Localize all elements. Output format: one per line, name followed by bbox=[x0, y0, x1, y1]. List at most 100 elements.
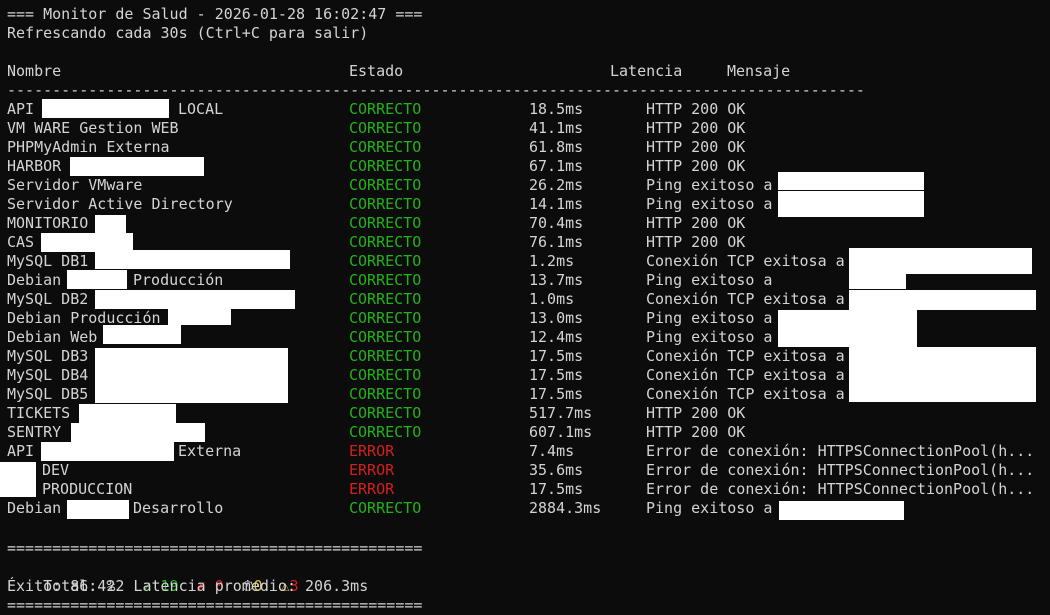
row-message: HTTP 200 OK bbox=[646, 138, 746, 156]
monitor-title: === Monitor de Salud - 2026-01-28 16:02:… bbox=[7, 5, 423, 23]
column-header-status: Estado bbox=[349, 62, 404, 80]
row-name-suffix: DEV bbox=[42, 461, 70, 479]
row-message: Conexión TCP exitosa a bbox=[646, 290, 845, 308]
row-latency: 35.6ms bbox=[529, 461, 584, 479]
row-name: HARBOR bbox=[7, 157, 62, 175]
row-status: CORRECTO bbox=[349, 423, 422, 441]
row-status: CORRECTO bbox=[349, 404, 422, 422]
row-latency: 7.4ms bbox=[529, 442, 575, 460]
row-name: MySQL DB3 bbox=[7, 347, 89, 365]
row-status: CORRECTO bbox=[349, 271, 422, 289]
row-status: CORRECTO bbox=[349, 385, 422, 403]
row-name-suffix: Producción bbox=[133, 271, 224, 289]
row-name: API bbox=[7, 100, 35, 118]
row-status: CORRECTO bbox=[349, 119, 422, 137]
row-status: CORRECTO bbox=[349, 252, 422, 270]
row-name: VM WARE Gestion WEB bbox=[7, 119, 179, 137]
row-latency: 61.8ms bbox=[529, 138, 584, 156]
row-latency: 70.4ms bbox=[529, 214, 584, 232]
row-latency: 76.1ms bbox=[529, 233, 584, 251]
row-status: CORRECTO bbox=[349, 100, 422, 118]
header-separator: ----------------------------------------… bbox=[7, 81, 863, 99]
row-message: HTTP 200 OK bbox=[646, 404, 746, 422]
row-message: Error de conexión: HTTPSConnectionPool(h… bbox=[646, 480, 1035, 498]
row-latency: 2884.3ms bbox=[529, 499, 602, 517]
row-message: Ping exitoso a bbox=[646, 328, 773, 346]
row-latency: 1.0ms bbox=[529, 290, 575, 308]
row-name: CAS bbox=[7, 233, 35, 251]
row-message: HTTP 200 OK bbox=[646, 233, 746, 251]
row-status: CORRECTO bbox=[349, 309, 422, 327]
row-name: Debian bbox=[7, 271, 62, 289]
row-message: HTTP 200 OK bbox=[646, 119, 746, 137]
row-latency: 17.5ms bbox=[529, 385, 584, 403]
row-status: CORRECTO bbox=[349, 233, 422, 251]
row-name: PHPMyAdmin Externa bbox=[7, 138, 170, 156]
row-status: ERROR bbox=[349, 461, 395, 479]
row-name-suffix: Desarrollo bbox=[133, 499, 224, 517]
row-latency: 12.4ms bbox=[529, 328, 584, 346]
row-name: MySQL DB1 bbox=[7, 252, 89, 270]
column-header-name: Nombre bbox=[7, 62, 62, 80]
row-latency: 41.1ms bbox=[529, 119, 584, 137]
row-message: Ping exitoso a bbox=[646, 309, 773, 327]
row-latency: 517.7ms bbox=[529, 404, 593, 422]
row-name: MySQL DB4 bbox=[7, 366, 89, 384]
row-message: Ping exitoso a bbox=[646, 195, 773, 213]
row-message: Conexión TCP exitosa a bbox=[646, 366, 845, 384]
row-name: TICKETS bbox=[7, 404, 71, 422]
refresh-info: Refrescando cada 30s (Ctrl+C para salir) bbox=[7, 24, 369, 42]
row-latency: 17.5ms bbox=[529, 366, 584, 384]
row-message: Ping exitoso a bbox=[646, 499, 773, 517]
column-header-latency: Latencia bbox=[610, 62, 683, 80]
row-status: CORRECTO bbox=[349, 328, 422, 346]
summary-line: Total: 22 ✓ 19 ✗ 0 ⏱0 ⚠3 bbox=[7, 558, 299, 595]
row-status: CORRECTO bbox=[349, 157, 422, 175]
row-status: CORRECTO bbox=[349, 499, 422, 517]
summary-separator-bottom: ========================================… bbox=[7, 596, 423, 614]
row-latency: 13.0ms bbox=[529, 309, 584, 327]
row-latency: 26.2ms bbox=[529, 176, 584, 194]
row-name: MySQL DB5 bbox=[7, 385, 89, 403]
row-latency: 14.1ms bbox=[529, 195, 584, 213]
row-message: Error de conexión: HTTPSConnectionPool(h… bbox=[646, 461, 1035, 479]
row-message: HTTP 200 OK bbox=[646, 423, 746, 441]
row-latency: 17.5ms bbox=[529, 480, 584, 498]
row-latency: 1.2ms bbox=[529, 252, 575, 270]
row-latency: 17.5ms bbox=[529, 347, 584, 365]
row-status: ERROR bbox=[349, 480, 395, 498]
row-status: CORRECTO bbox=[349, 195, 422, 213]
row-status: CORRECTO bbox=[349, 214, 422, 232]
row-message: Ping exitoso a bbox=[646, 176, 773, 194]
row-message: HTTP 200 OK bbox=[646, 214, 746, 232]
row-status: CORRECTO bbox=[349, 347, 422, 365]
row-latency: 13.7ms bbox=[529, 271, 584, 289]
row-name: MONITORIO bbox=[7, 214, 89, 232]
column-header-message: Mensaje bbox=[727, 62, 791, 80]
row-message: Ping exitoso a bbox=[646, 271, 773, 289]
row-latency: 18.5ms bbox=[529, 100, 584, 118]
row-message: Conexión TCP exitosa a bbox=[646, 385, 845, 403]
row-message: HTTP 200 OK bbox=[646, 100, 746, 118]
row-latency: 607.1ms bbox=[529, 423, 593, 441]
summary-separator-top: ========================================… bbox=[7, 539, 423, 557]
row-status: CORRECTO bbox=[349, 366, 422, 384]
row-message: Conexión TCP exitosa a bbox=[646, 347, 845, 365]
row-name: Servidor VMware bbox=[7, 176, 143, 194]
row-name-suffix: LOCAL bbox=[178, 100, 224, 118]
summary-success-rate: Éxito: 86.4% Latencia promedio: 206.3ms bbox=[7, 577, 369, 595]
row-message: Error de conexión: HTTPSConnectionPool(h… bbox=[646, 442, 1035, 460]
row-name: Servidor Active Directory bbox=[7, 195, 233, 213]
row-name-suffix: Externa bbox=[178, 442, 242, 460]
row-latency: 67.1ms bbox=[529, 157, 584, 175]
row-status: CORRECTO bbox=[349, 176, 422, 194]
row-message: Conexión TCP exitosa a bbox=[646, 252, 845, 270]
row-message: HTTP 200 OK bbox=[646, 157, 746, 175]
row-name: SENTRY bbox=[7, 423, 62, 441]
row-status: CORRECTO bbox=[349, 138, 422, 156]
row-name: API bbox=[7, 442, 35, 460]
row-name: MySQL DB2 bbox=[7, 290, 89, 308]
row-status: CORRECTO bbox=[349, 290, 422, 308]
row-name-suffix: PRODUCCION bbox=[42, 480, 133, 498]
row-name: Debian Web bbox=[7, 328, 98, 346]
